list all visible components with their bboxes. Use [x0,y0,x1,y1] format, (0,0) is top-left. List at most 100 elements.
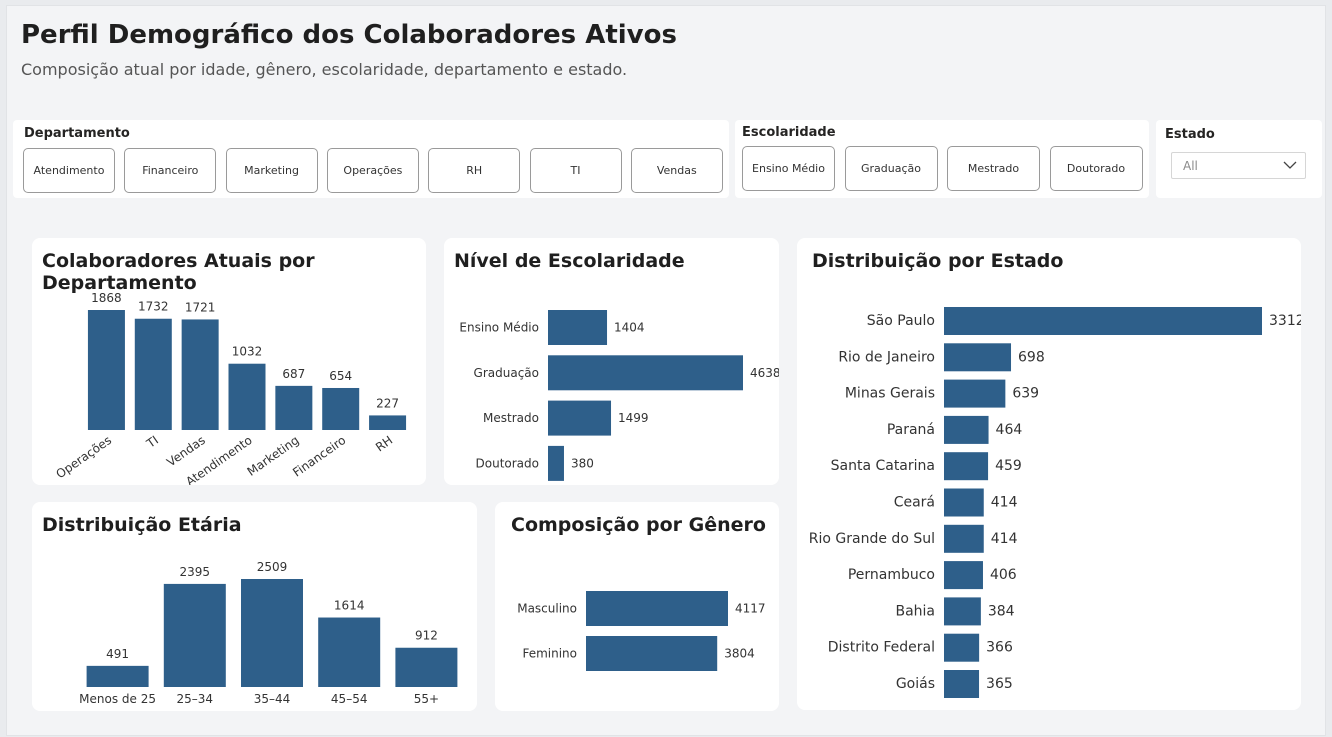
tick-label-rio-de-janeiro: Rio de Janeiro [838,349,935,365]
tick-label-bahia: Bahia [895,603,935,619]
bar-vendas[interactable] [181,319,219,430]
bar-parana[interactable] [944,415,989,444]
bar-sao-paulo[interactable] [944,307,1262,335]
tick-label-rh: RH [373,433,395,454]
departamento-financeiro-button[interactable]: Financeiro [124,148,217,193]
bar-bahia[interactable] [944,597,981,626]
data-label-mestrado: 1499 [618,411,649,425]
escolaridade-graduacao-button[interactable]: Graduação [844,146,938,191]
bar-minas-gerais[interactable] [944,379,1006,408]
tick-label-55: 55+ [414,692,439,706]
slicer-departamento: Departamento Atendimento Financeiro Market… [13,120,729,198]
data-label-parana: 464 [996,422,1023,438]
data-label-minas-gerais: 639 [1012,386,1039,402]
data-label-rio-de-janeiro: 698 [1018,349,1045,365]
departamento-marketing-button[interactable]: Marketing [225,148,318,193]
bar-25-34[interactable] [163,583,226,687]
data-label-rio-grande-do-sul: 414 [991,531,1018,547]
slicer-estado: Estado All [1156,120,1322,198]
bar-marketing[interactable] [275,385,313,430]
data-label-financeiro: 654 [329,369,352,383]
bar-rh[interactable] [369,415,407,430]
data-label-25-34: 2395 [180,565,211,579]
bar-55[interactable] [395,647,458,687]
tick-label-ceara: Ceará [894,495,935,511]
data-label-ti: 1732 [138,300,169,314]
bar-ti[interactable] [134,318,172,430]
bar-ceara[interactable] [944,488,984,517]
tick-label-santa-catarina: Santa Catarina [831,458,935,474]
data-label-doutorado: 380 [571,456,594,470]
bar-santa-catarina[interactable] [944,452,989,481]
chart-estado: São Paulo 3312 Rio de Janeiro 698 Minas Gera… [809,307,1301,698]
chart-genero: Masculino 4117 Feminino 3804 [517,591,766,671]
data-label-45-54: 1614 [334,599,365,613]
page-title: Perfil Demográfico dos Colaboradores Ati… [21,20,677,50]
tick-label-25-34: 25–34 [177,692,214,706]
tick-label-parana: Paraná [887,422,935,438]
bar-doutorado[interactable] [548,445,564,481]
chart-etaria: 491 Menos de 25 2395 25–34 2509 35–44 1614 45–5… [79,560,458,706]
bar-pernambuco[interactable] [944,561,983,590]
escolaridade-ensino-medio-button[interactable]: Ensino Médio [742,146,835,191]
tick-label-doutorado: Doutorado [476,456,539,470]
tick-label-ensino-medio: Ensino Médio [459,321,539,335]
data-label-ceara: 414 [991,495,1018,511]
chart-card-escolaridade: Nível de Escolaridade Ensino Médio 1404 Gr… [444,238,779,485]
chart-card-genero: Composição por Gênero Masculino 4117 Femin… [495,502,779,711]
data-label-operacoes: 1868 [91,291,122,305]
data-label-santa-catarina: 459 [995,458,1022,474]
tick-label-operacoes: Operações [53,433,114,481]
dashboard-page: Perfil Demográfico dos Colaboradores Ati… [6,5,1326,736]
departamento-ti-button[interactable]: TI [529,148,622,193]
bar-rio-grande-do-sul[interactable] [944,524,984,553]
tick-label-masculino: Masculino [517,602,577,616]
departamento-operacoes-button[interactable]: Operações [326,148,419,193]
bar-operacoes[interactable] [87,310,125,430]
data-label-distrito-federal: 366 [986,640,1013,656]
bar-feminino[interactable] [586,636,718,671]
data-label-rh: 227 [376,396,399,410]
bar-45-54[interactable] [318,617,381,687]
bar-financeiro[interactable] [322,387,360,430]
data-label-sao-paulo: 3312 [1269,313,1301,329]
bar-graduacao[interactable] [548,355,743,391]
bar-menos-de-25[interactable] [86,665,149,687]
slicer-departamento-title: Departamento [24,126,130,141]
tick-label-feminino: Feminino [522,647,577,661]
bar-rio-de-janeiro[interactable] [944,343,1012,372]
tick-label-menos-de-25: Menos de 25 [79,692,156,706]
estado-dropdown[interactable]: All [1171,152,1306,179]
chart-card-departamento: Colaboradores Atuais por Departamento 18… [32,238,426,485]
departamento-atendimento-button[interactable]: Atendimento [23,148,115,193]
data-label-pernambuco: 406 [990,567,1017,583]
bar-mestrado[interactable] [548,400,612,436]
data-label-bahia: 384 [988,603,1015,619]
bar-atendimento[interactable] [228,363,266,430]
bar-35-44[interactable] [241,579,303,687]
bar-goias[interactable] [944,670,980,698]
data-label-ensino-medio: 1404 [614,321,645,335]
tick-label-rio-grande-do-sul: Rio Grande do Sul [809,531,935,547]
tick-label-sao-paulo: São Paulo [867,313,935,329]
chevron-down-icon [1283,159,1297,174]
tick-label-goias: Goiás [896,676,935,692]
escolaridade-mestrado-button[interactable]: Mestrado [947,146,1040,191]
chart-escolaridade: Ensino Médio 1404 Graduação 4638 Mestrado 149… [459,310,779,481]
bar-masculino[interactable] [586,591,728,626]
departamento-vendas-button[interactable]: Vendas [630,148,723,193]
data-label-goias: 365 [986,676,1013,692]
data-label-feminino: 3804 [724,647,755,661]
data-label-marketing: 687 [282,367,305,381]
tick-label-ti: TI [143,433,161,451]
bar-distrito-federal[interactable] [944,633,980,662]
chart-card-etaria: Distribuição Etária 491 Menos de 25 2395 25… [32,502,477,711]
bar-ensino-medio[interactable] [548,310,608,345]
tick-label-minas-gerais: Minas Gerais [845,386,935,402]
data-label-atendimento: 1032 [232,345,263,359]
chart-departamento: 1868Operações1732TI1721Vendas1032Atendim… [53,291,407,485]
departamento-rh-button[interactable]: RH [428,148,521,193]
escolaridade-doutorado-button[interactable]: Doutorado [1049,146,1143,191]
tick-label-pernambuco: Pernambuco [848,567,935,583]
data-label-menos-de-25: 491 [106,647,129,661]
